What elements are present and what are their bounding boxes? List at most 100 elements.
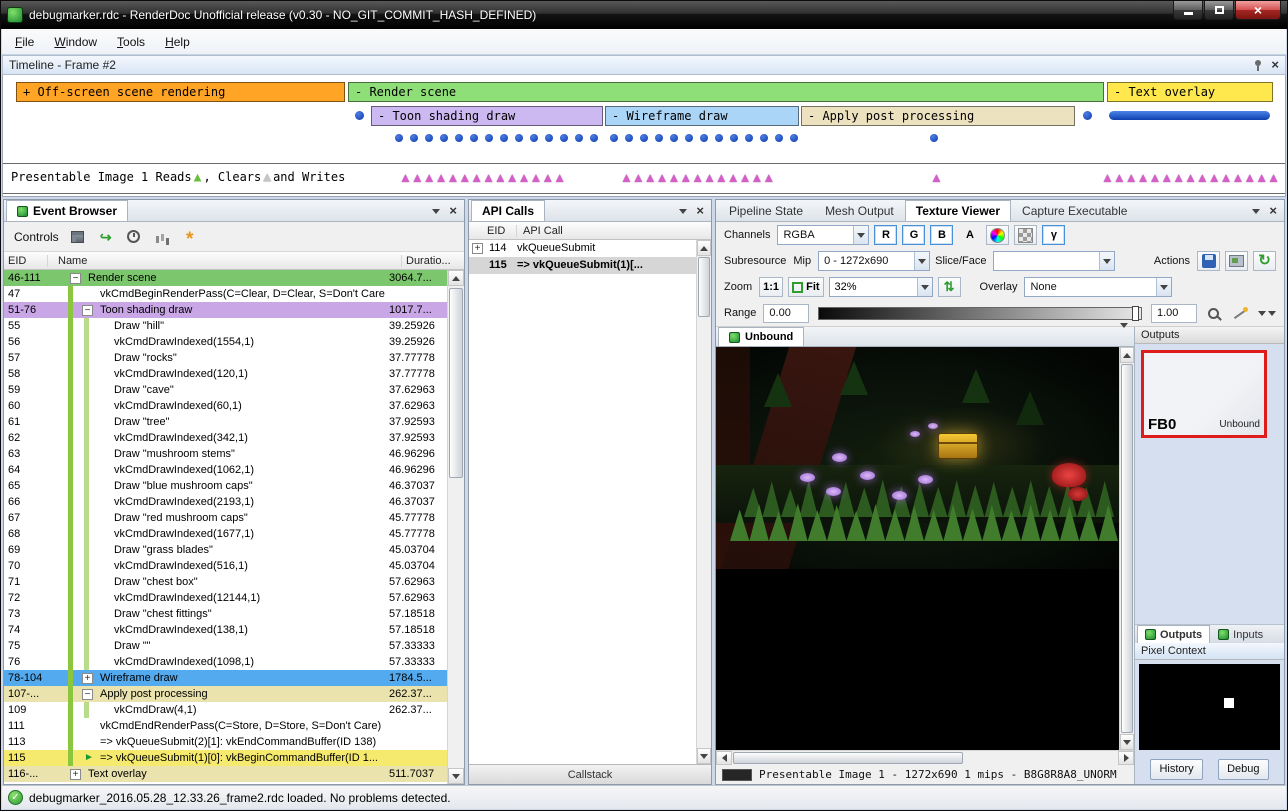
overlay-select[interactable]: None: [1024, 277, 1172, 297]
event-row[interactable]: 58vkCmdDrawIndexed(120,1)37.77778: [4, 366, 464, 382]
column-name[interactable]: Name: [48, 255, 402, 267]
tab-pipeline-state[interactable]: Pipeline State: [718, 200, 814, 221]
draw-marker-dot[interactable]: [440, 134, 448, 142]
slice-face-select[interactable]: [993, 251, 1115, 271]
tab-mesh-output[interactable]: Mesh Output: [814, 200, 905, 221]
scrollbar-thumb[interactable]: [1121, 364, 1133, 733]
timeline-section-bar[interactable]: - Render scene: [348, 82, 1104, 102]
dropdown-button[interactable]: [917, 278, 932, 296]
minimize-button[interactable]: [1173, 1, 1203, 20]
timeline-section-bar[interactable]: - Wireframe draw: [605, 106, 799, 126]
menu-file[interactable]: File: [6, 32, 43, 52]
event-row[interactable]: 57Draw "rocks"37.77778: [4, 350, 464, 366]
draw-marker-dot[interactable]: [395, 134, 403, 142]
event-row[interactable]: 115►=> vkQueueSubmit(1)[0]: vkBeginComma…: [4, 750, 464, 766]
fb0-thumbnail[interactable]: FB0 Unbound: [1141, 350, 1267, 438]
draw-marker-dot[interactable]: [930, 134, 938, 142]
tab-event-browser[interactable]: Event Browser: [6, 200, 128, 221]
draw-marker-dot[interactable]: [640, 134, 648, 142]
draw-marker-dot[interactable]: [500, 134, 508, 142]
tab-capture-executable[interactable]: Capture Executable: [1011, 200, 1138, 221]
jump-to-eid-button[interactable]: ↪: [97, 228, 115, 246]
event-row[interactable]: 67Draw "red mushroom caps"45.77778: [4, 510, 464, 526]
panel-menu-icon[interactable]: [1252, 209, 1260, 214]
text-overlay-activity-bar[interactable]: [1109, 111, 1270, 120]
overflow-chevron-icon[interactable]: [1258, 311, 1266, 316]
channel-g-button[interactable]: G: [902, 225, 925, 245]
texture-preview-image[interactable]: [716, 347, 1124, 569]
pin-icon[interactable]: [1253, 59, 1263, 72]
draw-marker-dot[interactable]: [730, 134, 738, 142]
event-browser-scrollbar[interactable]: [447, 270, 464, 784]
timeline-section-bar[interactable]: - Toon shading draw: [371, 106, 603, 126]
texture-tab-list-button[interactable]: [1120, 328, 1134, 346]
event-row[interactable]: 113=> vkQueueSubmit(2)[1]: vkEndCommandB…: [4, 734, 464, 750]
channel-b-button[interactable]: B: [930, 225, 953, 245]
event-row[interactable]: 109vkCmdDraw(4,1)262.37...: [4, 702, 464, 718]
event-row[interactable]: 116-...+Text overlay511.7037: [4, 766, 464, 782]
column-eid[interactable]: EID: [4, 255, 48, 267]
timeline-section-bar[interactable]: + Off-screen scene rendering: [16, 82, 345, 102]
autofit-range-button[interactable]: [1230, 303, 1253, 323]
draw-marker-dot[interactable]: [655, 134, 663, 142]
draw-marker-dot[interactable]: [745, 134, 753, 142]
maximize-button[interactable]: [1204, 1, 1234, 20]
draw-marker-dot[interactable]: [470, 134, 478, 142]
writes-marker-group[interactable]: ▲: [930, 171, 942, 184]
draw-marker-dot[interactable]: [575, 134, 583, 142]
history-button[interactable]: History: [1150, 759, 1202, 780]
range-min-field[interactable]: 0.00: [763, 304, 809, 323]
api-calls-column-headers[interactable]: EID API Call: [469, 222, 711, 240]
draw-marker-dot[interactable]: [545, 134, 553, 142]
writes-marker-group[interactable]: ▲▲▲▲▲▲▲▲▲▲▲▲▲: [620, 171, 774, 184]
panel-close-icon[interactable]: ×: [696, 205, 704, 217]
column-duration[interactable]: Duratio...: [402, 255, 464, 267]
timeline-close-icon[interactable]: ×: [1271, 59, 1279, 71]
event-row[interactable]: 76vkCmdDrawIndexed(1098,1)57.33333: [4, 654, 464, 670]
event-row[interactable]: 72vkCmdDrawIndexed(12144,1)57.62963: [4, 590, 464, 606]
find-event-button[interactable]: [69, 228, 87, 246]
draw-marker-dot[interactable]: [1083, 111, 1092, 120]
event-row[interactable]: 59Draw "cave"37.62963: [4, 382, 464, 398]
gamma-button[interactable]: γ: [1042, 225, 1065, 245]
draw-marker-dot[interactable]: [610, 134, 618, 142]
scrollbar-thumb[interactable]: [449, 288, 463, 478]
scroll-down-button[interactable]: [697, 748, 711, 764]
event-row[interactable]: 66vkCmdDrawIndexed(2193,1)46.37037: [4, 494, 464, 510]
draw-marker-dot[interactable]: [515, 134, 523, 142]
timeline-resource-usage[interactable]: Presentable Image 1 Reads ▲ , Clears ▲ a…: [3, 163, 1285, 194]
menu-tools[interactable]: Tools: [108, 32, 154, 52]
timeline-panel[interactable]: + Off-screen scene rendering- Render sce…: [2, 75, 1286, 197]
writes-marker-group[interactable]: ▲▲▲▲▲▲▲▲▲▲▲▲▲▲▲: [1101, 171, 1279, 184]
expander-icon[interactable]: −: [82, 305, 93, 316]
column-api-call[interactable]: API Call: [517, 225, 711, 237]
zoom-1to1-button[interactable]: 1:1: [759, 277, 783, 297]
zoom-fit-button[interactable]: Fit: [788, 277, 824, 297]
draw-marker-dot[interactable]: [775, 134, 783, 142]
dropdown-button[interactable]: [1156, 278, 1171, 296]
event-row[interactable]: 78-104+Wireframe draw1784.5...: [4, 670, 464, 686]
event-row[interactable]: 107-...−Apply post processing262.37...: [4, 686, 464, 702]
api-call-row[interactable]: +114vkQueueSubmit: [469, 240, 711, 257]
event-row[interactable]: 51-76−Toon shading draw1017.7...: [4, 302, 464, 318]
timeline-section-bar[interactable]: - Text overlay: [1107, 82, 1273, 102]
pixel-context-view[interactable]: [1139, 664, 1280, 750]
scrollbar-thumb[interactable]: [698, 257, 710, 317]
range-handle[interactable]: [1132, 306, 1139, 321]
api-calls-scrollbar[interactable]: [696, 240, 711, 764]
dropdown-button[interactable]: [914, 252, 929, 270]
draw-marker-dot[interactable]: [355, 111, 364, 120]
callstack-section[interactable]: Callstack: [469, 764, 711, 784]
draw-marker-dot[interactable]: [670, 134, 678, 142]
checkerboard-button[interactable]: [1014, 225, 1037, 245]
channel-r-button[interactable]: R: [874, 225, 897, 245]
titlebar[interactable]: debugmarker.rdc - RenderDoc Unofficial r…: [1, 1, 1287, 29]
expander-icon[interactable]: +: [70, 769, 81, 780]
stats-button[interactable]: [153, 228, 171, 246]
time-durations-button[interactable]: [125, 228, 143, 246]
dropdown-button[interactable]: [853, 226, 868, 244]
tab-inputs[interactable]: Inputs: [1210, 625, 1271, 643]
draw-marker-dot[interactable]: [700, 134, 708, 142]
draw-marker-dot[interactable]: [410, 134, 418, 142]
column-eid[interactable]: EID: [469, 225, 517, 237]
